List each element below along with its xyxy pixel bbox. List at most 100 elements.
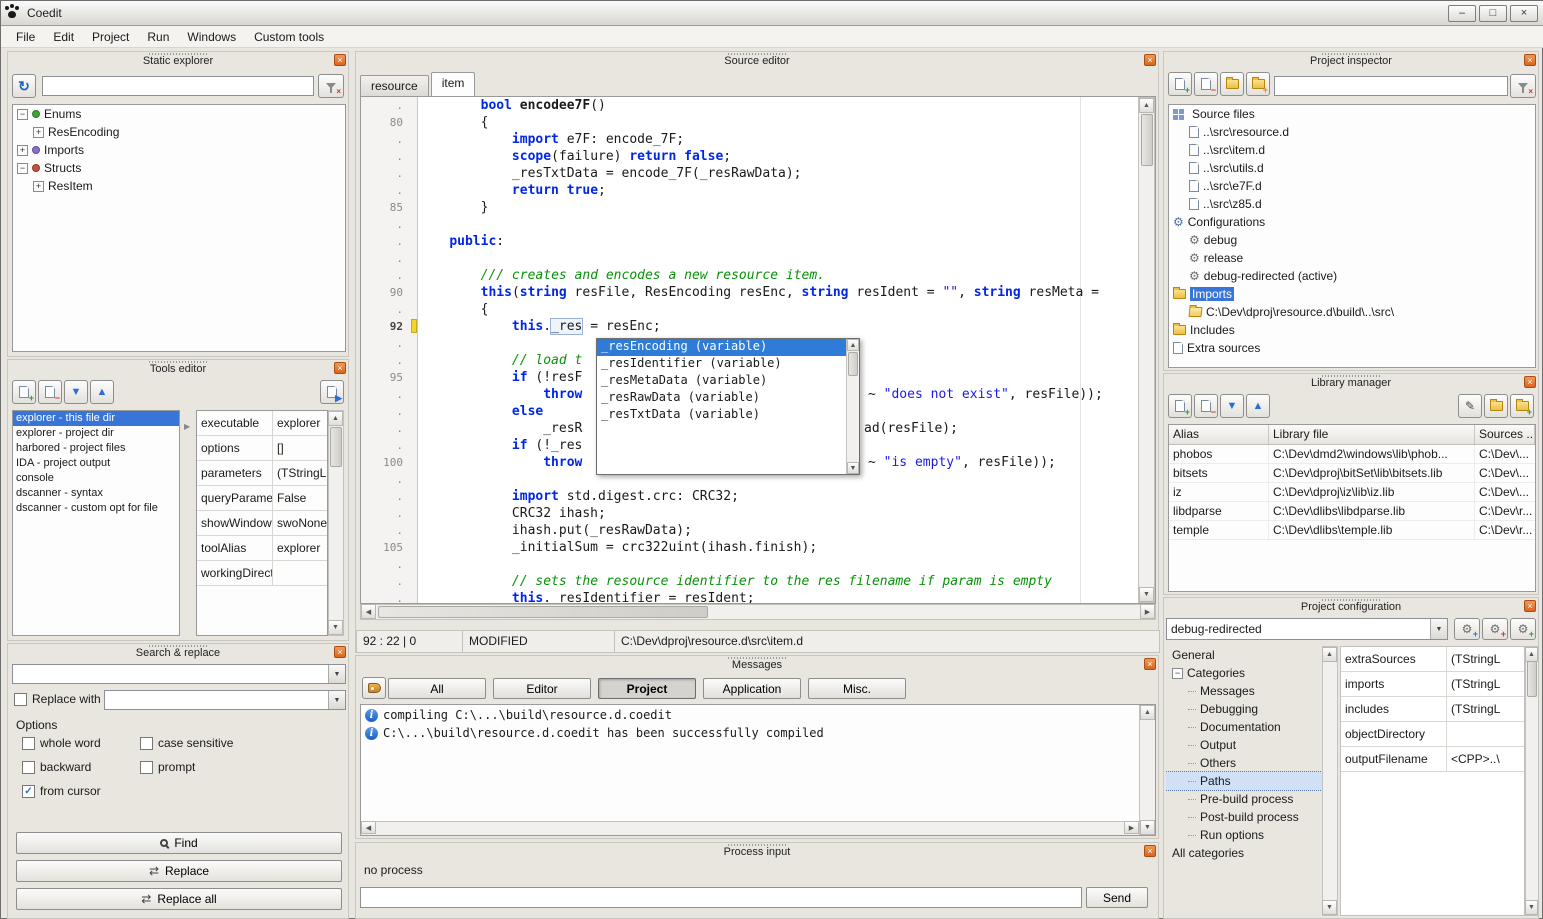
code-line[interactable]: // sets the resource identifier to the r… [418, 573, 1140, 590]
tools-list[interactable]: explorer - this file direxplorer - proje… [12, 410, 180, 636]
completion-scrollbar[interactable]: ▲ ▼ [846, 339, 859, 474]
code-line[interactable]: } [418, 199, 1140, 216]
config-tool-button-3[interactable]: ⚙+ [1510, 618, 1536, 640]
completion-item[interactable]: _resTxtData (variable) [597, 407, 846, 424]
tree-item[interactable]: ..\src\z85.d [1169, 195, 1535, 213]
expand-icon[interactable]: + [33, 181, 44, 192]
category-item[interactable]: Messages [1166, 682, 1322, 700]
close-panel-button[interactable]: × [1144, 845, 1156, 857]
category-item[interactable]: Pre-build process [1166, 790, 1322, 808]
code-line[interactable]: ihash.put(_resRawData); [418, 522, 1140, 539]
refresh-symbols-button[interactable]: ↻ [12, 74, 36, 98]
add-library-button[interactable]: + [1168, 394, 1192, 418]
replace-button[interactable]: ⇄ Replace [16, 860, 342, 882]
property-row[interactable]: outputFilename<CPP>..\ [1341, 747, 1524, 772]
menu-file[interactable]: File [7, 26, 44, 48]
move-library-down-button[interactable]: ▼ [1220, 394, 1244, 418]
tools-list-item[interactable]: dscanner - syntax [13, 486, 179, 501]
expand-icon[interactable]: + [33, 127, 44, 138]
drag-grip[interactable] [149, 361, 207, 363]
filter-project-button[interactable]: Project [598, 678, 696, 699]
tools-list-item[interactable]: explorer - project dir [13, 426, 179, 441]
dropdown-arrow-icon[interactable]: ▼ [328, 691, 345, 709]
menu-run[interactable]: Run [138, 26, 178, 48]
dropdown-arrow-icon[interactable]: ▼ [1430, 619, 1447, 639]
tool-properties-grid[interactable]: executableexploreroptions[]parameters(TS… [196, 410, 328, 636]
messages-list-box[interactable]: icompiling C:\...\build\resource.d.coedi… [360, 704, 1156, 836]
property-row[interactable]: workingDirect [197, 561, 327, 586]
category-item[interactable]: Others [1166, 754, 1322, 772]
search-replace-header[interactable]: Search & replace × [8, 644, 348, 660]
drag-grip[interactable] [728, 53, 786, 55]
remove-tool-button[interactable]: − [38, 380, 62, 404]
tree-item[interactable]: Source files [1169, 105, 1535, 123]
dropdown-arrow-icon[interactable]: ▼ [328, 665, 345, 683]
project-configuration-header[interactable]: Project configuration × [1164, 598, 1538, 614]
maximize-button[interactable]: □ [1479, 5, 1507, 22]
configuration-select[interactable]: debug-redirected ▼ [1166, 618, 1448, 640]
process-input-header[interactable]: Process input × [356, 843, 1158, 859]
messages-vertical-scrollbar[interactable]: ▲ ▼ [1139, 705, 1155, 835]
code-line[interactable]: CRC32 ihash; [418, 505, 1140, 522]
edit-library-button[interactable]: ✎ [1458, 394, 1482, 418]
tree-item[interactable]: Imports [1169, 285, 1535, 303]
menu-windows[interactable]: Windows [178, 26, 245, 48]
tools-list-item[interactable]: console [13, 471, 179, 486]
code-line[interactable]: { [418, 301, 1140, 318]
tree-item[interactable]: +ResEncoding [13, 123, 345, 141]
tree-item[interactable]: C:\Dev\dproj\resource.d\build\..\src\ [1169, 303, 1535, 321]
library-row[interactable]: templeC:\Dev\dlibs\temple.libC:\Dev\r... [1169, 521, 1535, 540]
code-line[interactable]: return true; [418, 182, 1140, 199]
inspector-search-input[interactable] [1274, 76, 1508, 96]
clear-filter-button[interactable]: × [318, 74, 344, 98]
source-editor-header[interactable]: Source editor × [356, 52, 1158, 68]
code-line[interactable]: import std.digest.crc: CRC32; [418, 488, 1140, 505]
code-line[interactable]: { [418, 114, 1140, 131]
message-item[interactable]: icompiling C:\...\build\resource.d.coedi… [361, 705, 1155, 723]
close-panel-button[interactable]: × [334, 646, 346, 658]
code-line[interactable]: _initialSum = crc322uint(ihash.finish); [418, 539, 1140, 556]
close-panel-button[interactable]: × [1144, 658, 1156, 670]
code-line[interactable]: public: [418, 233, 1140, 250]
find-button[interactable]: Find [16, 832, 342, 854]
config-tool-button-1[interactable]: ⚙+ [1454, 618, 1480, 640]
editor-gutter[interactable]: .80....85....90.92..95....100....105... [361, 97, 418, 603]
tree-item[interactable]: −Enums [13, 105, 345, 123]
category-item[interactable]: Post-build process [1166, 808, 1322, 826]
categories-scrollbar[interactable]: ▲ ▼ [1322, 646, 1338, 916]
close-panel-button[interactable]: × [1144, 54, 1156, 66]
symbol-tree[interactable]: −Enums+ResEncoding+Imports−Structs+ResIt… [12, 104, 346, 352]
message-item[interactable]: iC:\...\build\resource.d.coedit has been… [361, 723, 1155, 741]
property-row[interactable]: extraSources(TStringL [1341, 647, 1524, 672]
property-row[interactable]: executableexplorer [197, 411, 327, 436]
editor-vertical-scrollbar[interactable]: ▲ ▼ [1138, 97, 1155, 603]
completion-item[interactable]: _resMetaData (variable) [597, 373, 846, 390]
code-line[interactable]: import e7F: encode_7F; [418, 131, 1140, 148]
code-line[interactable]: _resTxtData = encode_7F(_resRawData); [418, 165, 1140, 182]
drag-grip[interactable] [149, 645, 207, 647]
config-grid-scrollbar[interactable]: ▲ ▼ [1525, 646, 1539, 916]
move-tool-up-button[interactable]: ▲ [90, 380, 114, 404]
tree-item[interactable]: +Imports [13, 141, 345, 159]
tree-item[interactable]: ⚙release [1169, 249, 1535, 267]
tree-item[interactable]: ..\src\resource.d [1169, 123, 1535, 141]
checkbox-case-sensitive[interactable]: case sensitive [140, 736, 322, 750]
library-row[interactable]: libdparseC:\Dev\dlibs\libdparse.libC:\De… [1169, 502, 1535, 521]
drag-grip[interactable] [149, 53, 207, 55]
drag-grip[interactable] [728, 844, 786, 846]
close-panel-button[interactable]: × [1524, 54, 1536, 66]
library-row[interactable]: izC:\Dev\dproj\iz\lib\iz.libC:\Dev\... [1169, 483, 1535, 502]
drag-grip[interactable] [1322, 53, 1380, 55]
category-item[interactable]: Debugging [1166, 700, 1322, 718]
completion-item[interactable]: _resIdentifier (variable) [597, 356, 846, 373]
property-row[interactable]: options[] [197, 436, 327, 461]
config-categories[interactable]: General−CategoriesMessagesDebuggingDocum… [1166, 646, 1322, 916]
filter-misc-button[interactable]: Misc. [808, 678, 906, 699]
library-row[interactable]: bitsetsC:\Dev\dproj\bitSet\lib\bitsets.l… [1169, 464, 1535, 483]
column-alias[interactable]: Alias [1169, 425, 1269, 444]
tree-item[interactable]: ..\src\utils.d [1169, 159, 1535, 177]
remove-source-button[interactable]: − [1194, 72, 1218, 96]
tools-list-item[interactable]: dscanner - custom opt for file [13, 501, 179, 516]
replace-all-button[interactable]: ⇄ Replace all [16, 888, 342, 910]
property-row[interactable]: showWindowsswoNone [197, 511, 327, 536]
